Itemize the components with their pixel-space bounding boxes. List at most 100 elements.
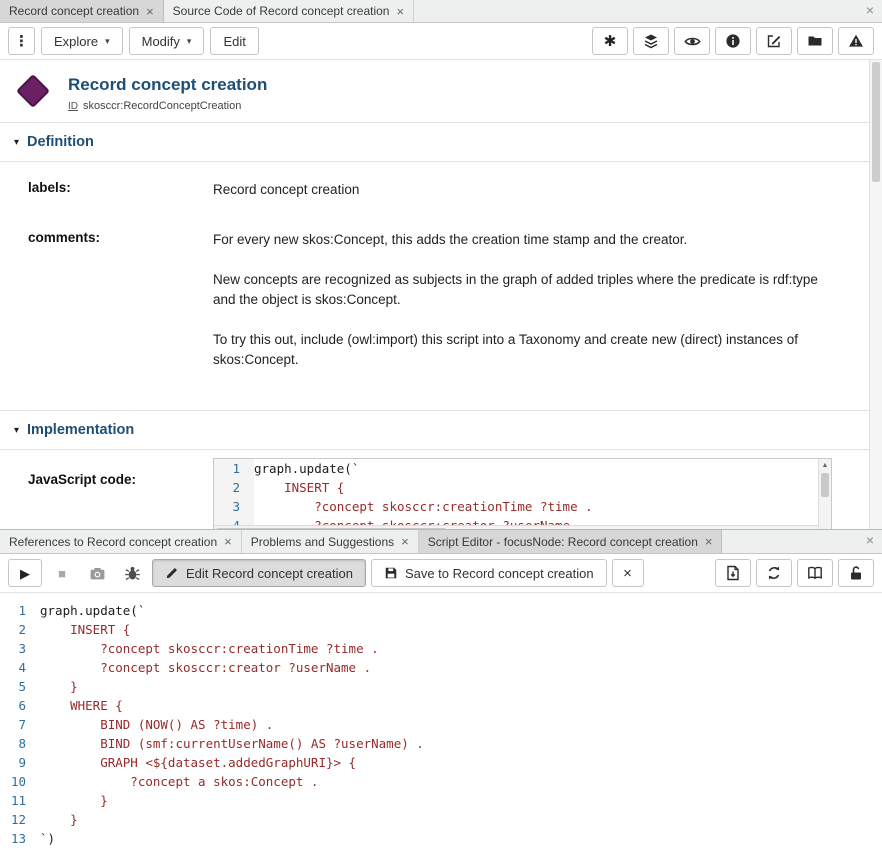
scrollbar-thumb[interactable] <box>216 528 446 529</box>
comments-field-value: For every new skos:Concept, this adds th… <box>213 230 866 370</box>
refresh-icon <box>766 565 782 581</box>
save-script-label: Save to Record concept creation <box>405 566 594 581</box>
layers-icon <box>643 33 659 49</box>
resource-panel: Record concept creation IDskosccr:Record… <box>0 60 882 529</box>
close-icon[interactable]: × <box>146 5 154 18</box>
snapshot-button[interactable] <box>82 558 112 588</box>
code-text: graph.update(` <box>40 601 145 620</box>
documentation-button[interactable] <box>797 559 833 587</box>
comment-paragraph: For every new skos:Concept, this adds th… <box>213 230 822 250</box>
javascript-code-row: JavaScript code: 1graph.update(`2 INSERT… <box>0 450 882 529</box>
bottom-panel: References to Record concept creation × … <box>0 529 882 860</box>
code-line: 7 BIND (NOW() AS ?time) . <box>0 715 882 734</box>
code-text: WHERE { <box>40 696 123 715</box>
warning-icon <box>848 33 864 49</box>
tab-label: References to Record concept creation <box>9 535 217 549</box>
code-vertical-scrollbar[interactable]: ▲ <box>818 459 831 529</box>
file-download-icon <box>725 565 741 581</box>
main-scrollbar[interactable] <box>869 60 882 529</box>
kebab-icon: ⋮ <box>14 34 29 49</box>
folder-button[interactable] <box>797 27 833 55</box>
close-icon[interactable]: × <box>396 5 404 18</box>
tab-label: Source Code of Record concept creation <box>173 4 390 18</box>
line-number: 9 <box>0 753 40 772</box>
section-title: Definition <box>27 134 94 150</box>
export-script-button[interactable] <box>715 559 751 587</box>
code-line: 2 INSERT { <box>0 620 882 639</box>
code-line: 9 GRAPH <${dataset.addedGraphURI}> { <box>0 753 882 772</box>
code-line: 4 ?concept skosccr:creator ?userName . <box>0 658 882 677</box>
app-window: Record concept creation × Source Code of… <box>0 0 882 859</box>
debug-button[interactable] <box>117 558 147 588</box>
scrollbar-thumb[interactable] <box>872 62 880 182</box>
class-diamond-icon <box>16 74 50 108</box>
line-number: 2 <box>0 620 40 639</box>
inferences-button[interactable]: ✱ <box>592 27 628 55</box>
close-icon[interactable]: × <box>401 535 409 548</box>
close-panel-icon[interactable]: × <box>866 3 874 17</box>
line-number: 6 <box>0 696 40 715</box>
code-text: INSERT { <box>40 620 130 639</box>
code-line: 1graph.update(` <box>214 459 831 478</box>
tab-record-concept-creation[interactable]: Record concept creation × <box>0 0 164 22</box>
resource-id: IDskosccr:RecordConceptCreation <box>68 100 267 112</box>
code-text: BIND (NOW() AS ?time) . <box>40 715 273 734</box>
edit-button[interactable]: Edit <box>210 27 258 55</box>
section-definition[interactable]: ▾ Definition <box>0 123 882 161</box>
line-number: 2 <box>214 478 254 497</box>
close-script-button[interactable]: × <box>612 559 644 587</box>
run-script-button[interactable]: ▶ <box>8 559 42 587</box>
close-icon[interactable]: × <box>224 535 232 548</box>
tab-label: Record concept creation <box>9 4 139 18</box>
stop-script-button[interactable]: ■ <box>47 558 77 588</box>
id-label: ID <box>68 101 78 112</box>
collapse-caret-icon: ▾ <box>14 137 19 148</box>
unlock-button[interactable] <box>838 559 874 587</box>
main-toolbar: ⋮ Explore ▾ Modify ▾ Edit ✱ <box>0 23 882 60</box>
code-line: 11 } <box>0 791 882 810</box>
tab-script-editor[interactable]: Script Editor - focusNode: Record concep… <box>419 530 723 553</box>
explore-button[interactable]: Explore ▾ <box>41 27 123 55</box>
edit-script-label: Edit Record concept creation <box>186 566 353 581</box>
chevron-down-icon: ▾ <box>105 36 110 47</box>
scrollbar-thumb[interactable] <box>821 473 829 497</box>
scroll-up-icon[interactable]: ▲ <box>819 459 831 472</box>
code-text: ?concept skosccr:creationTime ?time . <box>254 497 593 516</box>
code-text: ?concept skosccr:creationTime ?time . <box>40 639 379 658</box>
edit-script-button[interactable]: Edit Record concept creation <box>152 559 366 587</box>
save-icon <box>384 566 398 580</box>
code-text: } <box>40 810 78 829</box>
close-panel-icon[interactable]: × <box>866 533 874 547</box>
line-number: 5 <box>0 677 40 696</box>
javascript-code-label: JavaScript code: <box>28 458 213 529</box>
code-horizontal-scrollbar[interactable] <box>214 525 818 529</box>
code-text: `) <box>40 829 55 848</box>
toolbar-right-group: ✱ <box>592 27 874 55</box>
javascript-code-editor[interactable]: 1graph.update(`2 INSERT {3 ?concept skos… <box>213 458 832 529</box>
header-text: Record concept creation IDskosccr:Record… <box>68 74 267 112</box>
comment-paragraph: New concepts are recognized as subjects … <box>213 270 822 310</box>
tab-source-code[interactable]: Source Code of Record concept creation × <box>164 0 414 22</box>
tab-references[interactable]: References to Record concept creation × <box>0 530 242 553</box>
refresh-button[interactable] <box>756 559 792 587</box>
code-line: 12 } <box>0 810 882 829</box>
menu-button[interactable]: ⋮ <box>8 27 35 55</box>
code-line: 3 ?concept skosccr:creationTime ?time . <box>214 497 831 516</box>
comments-field-row: comments: For every new skos:Concept, th… <box>0 212 882 410</box>
compose-button[interactable] <box>756 27 792 55</box>
layers-button[interactable] <box>633 27 669 55</box>
labels-field-label: labels: <box>28 180 213 200</box>
code-text: ?concept a skos:Concept . <box>40 772 318 791</box>
visibility-button[interactable] <box>674 27 710 55</box>
info-button[interactable] <box>715 27 751 55</box>
modify-button[interactable]: Modify ▾ <box>129 27 205 55</box>
comment-paragraph: To try this out, include (owl:import) th… <box>213 330 822 370</box>
line-number: 11 <box>0 791 40 810</box>
section-implementation[interactable]: ▾ Implementation <box>0 411 882 449</box>
script-editor[interactable]: 1graph.update(`2 INSERT {3 ?concept skos… <box>0 593 882 860</box>
save-script-button[interactable]: Save to Record concept creation <box>371 559 607 587</box>
close-icon[interactable]: × <box>705 535 713 548</box>
tab-problems-suggestions[interactable]: Problems and Suggestions × <box>242 530 419 553</box>
warnings-button[interactable] <box>838 27 874 55</box>
code-line: 2 INSERT { <box>214 478 831 497</box>
